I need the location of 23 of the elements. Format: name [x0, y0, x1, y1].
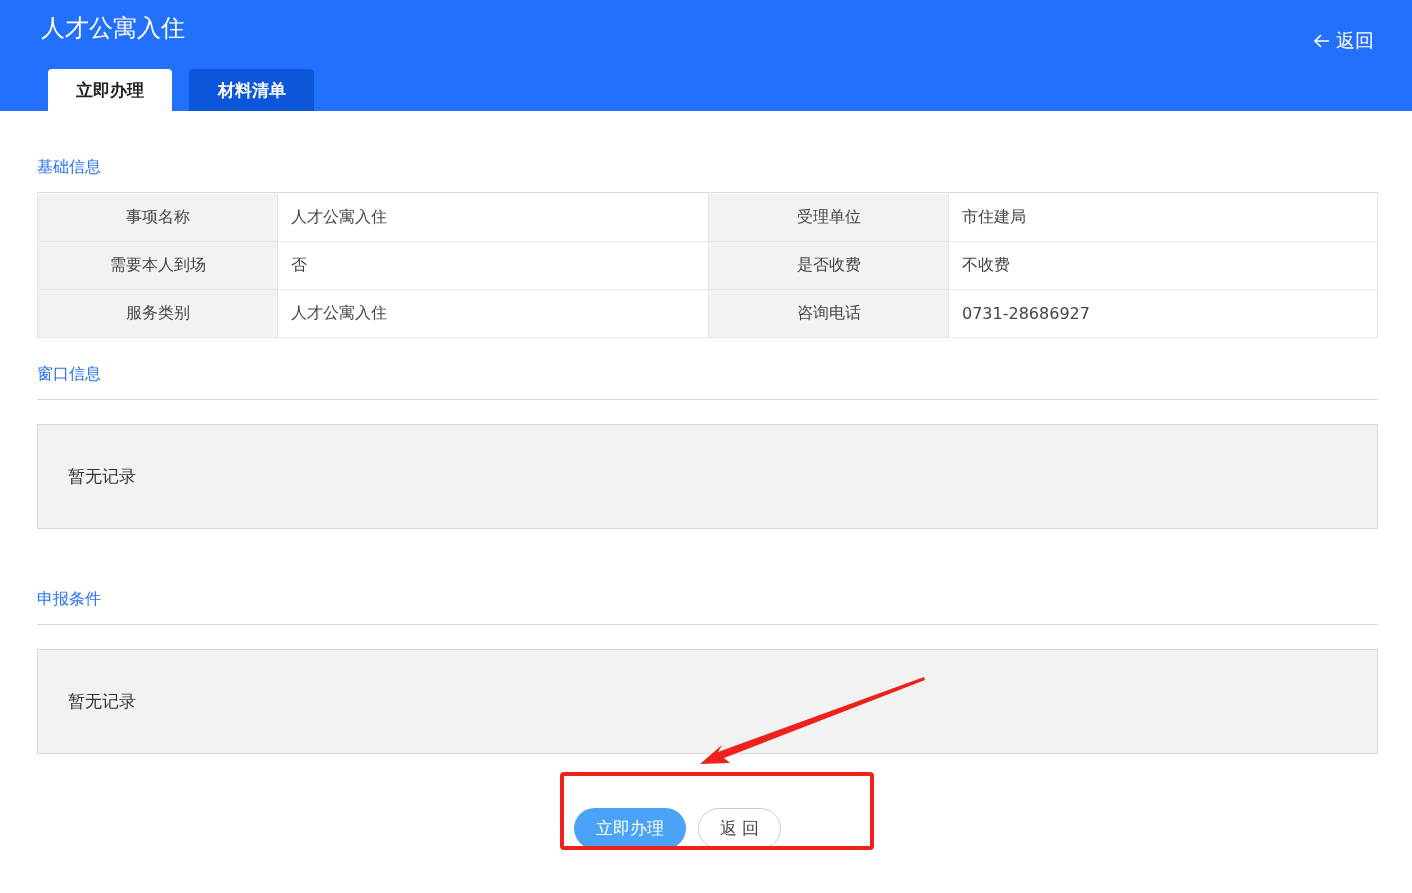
- label-cell: 事项名称: [38, 194, 278, 242]
- return-button[interactable]: 返 回: [698, 808, 781, 849]
- empty-message: 暂无记录: [68, 465, 136, 488]
- value-cell: 人才公寓入住: [278, 290, 709, 338]
- tab[interactable]: 材料清单: [189, 69, 314, 111]
- value-cell: 市住建局: [949, 194, 1378, 242]
- value-cell: 不收费: [949, 242, 1378, 290]
- section-title: 基础信息: [37, 157, 1378, 193]
- label-cell: 是否收费: [709, 242, 949, 290]
- page-title: 人才公寓入住: [41, 13, 185, 44]
- empty-message: 暂无记录: [68, 690, 136, 713]
- label-cell: 受理单位: [709, 194, 949, 242]
- tab[interactable]: 立即办理: [48, 69, 172, 111]
- section-title: 窗口信息: [37, 364, 1378, 400]
- label-cell: 服务类别: [38, 290, 278, 338]
- left-arrow-icon: [1314, 34, 1330, 48]
- value-cell: 0731-28686927: [949, 290, 1378, 338]
- section-title: 申报条件: [37, 589, 1378, 625]
- value-cell: 人才公寓入住: [278, 194, 709, 242]
- label-cell: 需要本人到场: [38, 242, 278, 290]
- label-cell: 咨询电话: [709, 290, 949, 338]
- value-cell: 否: [278, 242, 709, 290]
- back-link[interactable]: 返回: [1314, 28, 1374, 54]
